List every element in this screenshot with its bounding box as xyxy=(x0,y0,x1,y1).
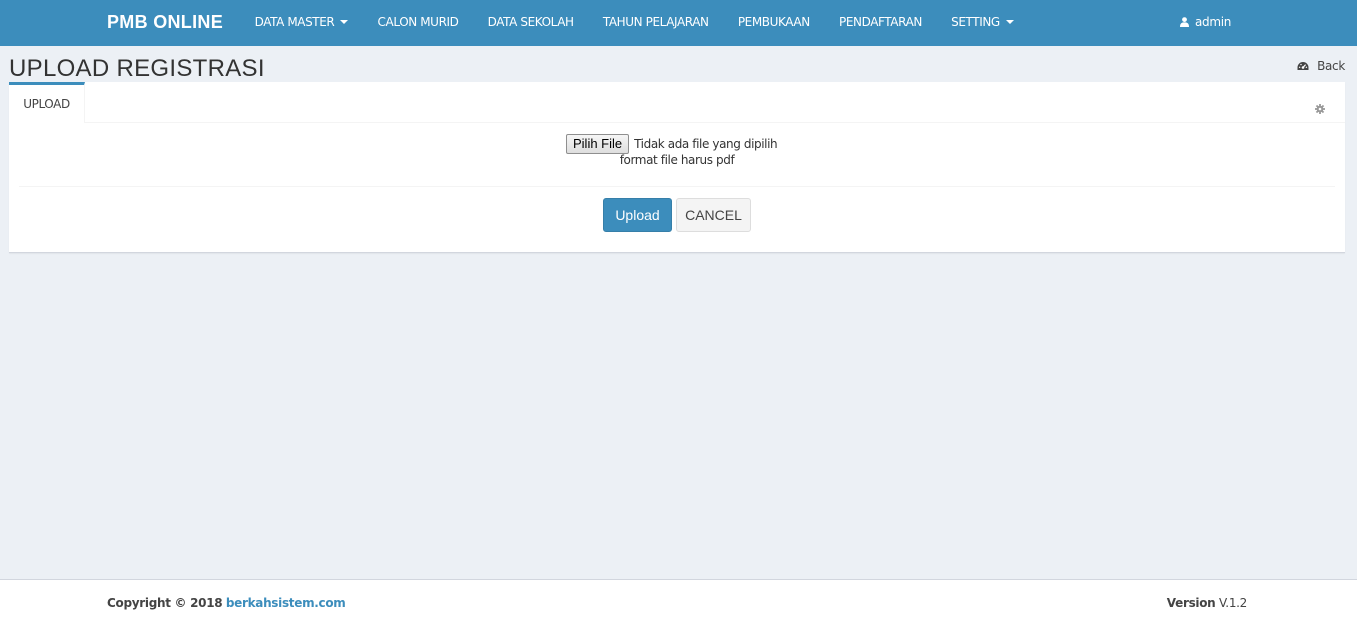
nav-pembukaan[interactable]: PEMBUKAAN xyxy=(723,0,824,46)
user-menu[interactable]: admin xyxy=(1180,0,1231,46)
user-icon xyxy=(1180,16,1189,27)
file-status-text: Tidak ada file yang dipilih xyxy=(634,137,778,151)
tab-bar: UPLOAD xyxy=(9,82,1345,123)
version-label: Version xyxy=(1166,596,1216,610)
nav-label: DATA MASTER xyxy=(254,15,335,29)
nav-calon-murid[interactable]: CALON MURID xyxy=(363,0,473,46)
nav-setting[interactable]: SETTING xyxy=(937,0,1029,46)
nav-label: SETTING xyxy=(951,15,1000,29)
upload-box: UPLOAD Pilih File Tidak ada file yang di… xyxy=(9,82,1345,253)
caret-down-icon xyxy=(340,19,349,24)
cancel-button[interactable]: CANCEL xyxy=(676,198,751,232)
back-link[interactable]: Back xyxy=(1297,59,1345,73)
dashboard-icon xyxy=(1297,61,1309,70)
nav-label: TAHUN PELAJARAN xyxy=(602,15,709,29)
user-name: admin xyxy=(1195,15,1232,29)
gear-icon[interactable] xyxy=(1315,99,1325,118)
copyright: Copyright © 2018 berkahsistem.com xyxy=(107,596,346,610)
file-format-hint: format file harus pdf xyxy=(619,153,735,167)
back-label: Back xyxy=(1317,59,1345,73)
nav-label: PEMBUKAAN xyxy=(737,15,810,29)
tab-upload[interactable]: UPLOAD xyxy=(9,82,85,123)
version-value: V.1.2 xyxy=(1218,596,1247,610)
nav-pendaftaran[interactable]: PENDAFTARAN xyxy=(824,0,936,46)
form-divider xyxy=(19,186,1335,187)
nav-data-master[interactable]: DATA MASTER xyxy=(240,0,363,46)
file-input[interactable]: Pilih File Tidak ada file yang dipilih xyxy=(566,134,778,154)
upload-button[interactable]: Upload xyxy=(603,198,672,232)
page-title: UPLOAD REGISTRASI xyxy=(9,55,265,82)
nav-tahun-pelajaran[interactable]: TAHUN PELAJARAN xyxy=(588,0,723,46)
main-nav: DATA MASTER CALON MURID DATA SEKOLAH TAH… xyxy=(240,0,1028,46)
copyright-text: Copyright © 2018 xyxy=(107,596,223,610)
footer: Copyright © 2018 berkahsistem.com Versio… xyxy=(0,579,1357,623)
nav-label: CALON MURID xyxy=(377,15,459,29)
nav-data-sekolah[interactable]: DATA SEKOLAH xyxy=(473,0,588,46)
caret-down-icon xyxy=(1005,19,1014,24)
top-navbar: PMB ONLINE DATA MASTER CALON MURID DATA … xyxy=(0,0,1357,46)
copyright-link[interactable]: berkahsistem.com xyxy=(226,596,346,610)
brand-logo[interactable]: PMB ONLINE xyxy=(107,0,223,46)
nav-label: PENDAFTARAN xyxy=(838,15,922,29)
nav-label: DATA SEKOLAH xyxy=(487,15,574,29)
version-info: Version V.1.2 xyxy=(1166,596,1248,610)
choose-file-button[interactable]: Pilih File xyxy=(566,134,630,154)
